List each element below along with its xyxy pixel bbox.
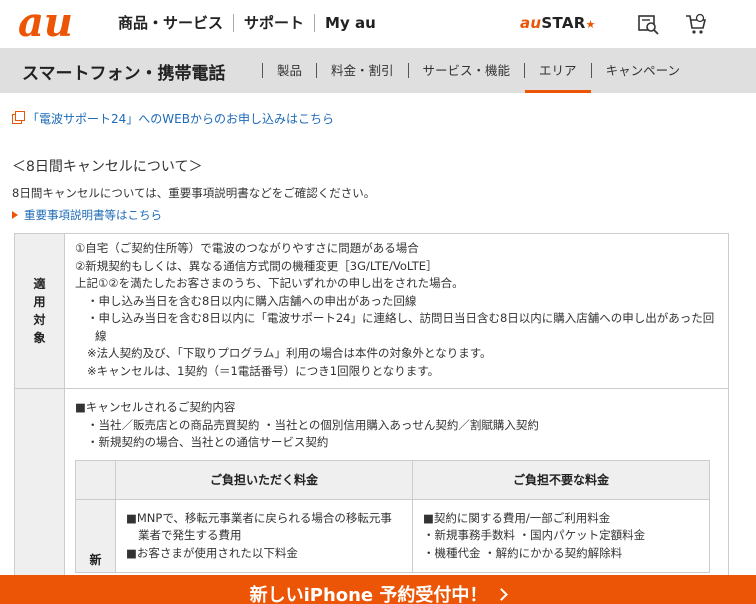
fee-line: ・機種代金 ・解約にかかる契約解除料 (423, 545, 623, 560)
condition-line: ②新規契約もしくは、異なる通信方式間の機種変更［3G/LTE/VoLTE］ (75, 258, 438, 273)
table-row: ■キャンセルされるご契約内容 ・当社／販売店との商品売買契約 ・当社との個別信用… (15, 389, 728, 581)
austar-label: STAR (541, 14, 586, 32)
condition-line: 線 (95, 328, 107, 343)
chevron-right-icon (495, 588, 509, 601)
fee-col-not-charged: ご負担不要な料金 (413, 460, 709, 499)
category-item-services[interactable]: サービス・機能 (409, 48, 525, 93)
fee-table-corner (76, 460, 116, 499)
austar-prefix: au (520, 14, 542, 32)
fee-table-header: ご負担いただく料金 ご負担不要な料金 (76, 460, 709, 500)
fee-line: ■MNPで、移転元事業者に戻られる場合の移転元事 (126, 510, 392, 525)
category-title[interactable]: スマートフォン・携帯電話 (22, 59, 226, 84)
austar-link[interactable]: auSTAR★ (520, 14, 596, 32)
fee-charged-cell: ■MNPで、移転元事業者に戻られる場合の移転元事 業者で発生する費用 ■お客さま… (116, 499, 413, 572)
nav-products-services[interactable]: 商品・サービス (118, 13, 233, 33)
important-matters-link-text: 重要事項説明書等はこちら (24, 208, 162, 222)
banner-text: 新しいiPhone 予約受付中！ (249, 585, 488, 604)
fee-row-label: 新 (76, 499, 116, 572)
fee-table-row: 新 ■MNPで、移転元事業者に戻られる場合の移転元事 業者で発生する費用 ■お客… (76, 499, 709, 573)
fee-line: ■お客さまが使用された以下料金 (126, 545, 298, 560)
external-window-icon (12, 110, 25, 124)
row-header-cell: 適用対象 (15, 234, 65, 388)
austar-star: ★ (585, 18, 596, 31)
cancel-contract-line: ・当社／販売店との商品売買契約 ・当社との個別信用購入あっせん契約／割賦購入契約 (87, 417, 539, 432)
section-title: ＜8日間キャンセルについて＞ (12, 159, 203, 175)
iphone-reservation-banner[interactable]: 新しいiPhone 予約受付中！ (0, 575, 756, 604)
cancel-contract-line: ・新規契約の場合、当社との通信サービス契約 (87, 435, 329, 449)
nav-support[interactable]: サポート (234, 13, 314, 33)
category-item-area[interactable]: エリア (525, 48, 591, 93)
category-bar: スマートフォン・携帯電話 製品 料金・割引 サービス・機能 エリア キャンペーン (0, 48, 756, 93)
condition-note: ※キャンセルは、1契約（＝1電話番号）につき1回限りとなります。 (87, 363, 440, 378)
category-item-products[interactable]: 製品 (263, 48, 316, 93)
category-item-campaign[interactable]: キャンペーン (592, 48, 694, 93)
cart-icon[interactable] (684, 12, 708, 36)
denpa-support-link-text: 「電波サポート24」へのWEBからのお申し込みはこちら (27, 112, 334, 126)
row-body-cell: ■キャンセルされるご契約内容 ・当社／販売店との商品売買契約 ・当社との個別信用… (65, 389, 728, 581)
cancel-contract-heading: ■キャンセルされるご契約内容 (75, 400, 236, 414)
category-item-pricing[interactable]: 料金・割引 (317, 48, 408, 93)
fee-not-charged-cell: ■契約に関する費用/一部ご利用料金 ・新規事務手数料 ・国内パケット定額料金 ・… (413, 500, 709, 573)
cancel-conditions-table: 適用対象 ①自宅（ご契約住所等）で電波のつながりやすさに問題がある場合 ②新規契… (14, 233, 729, 582)
svg-text:au: au (18, 2, 73, 44)
important-matters-link[interactable]: 重要事項説明書等はこちら (12, 207, 162, 223)
condition-line: 上記①②を満たしたお客さまのうち、下記いずれかの申し出をされた場合。 (75, 276, 464, 290)
condition-line: ・申し込み当日を含む8日以内に「電波サポート24」に連絡し、訪問日当日含む8日以… (87, 311, 715, 325)
condition-line: ①自宅（ご契約住所等）で電波のつながりやすさに問題がある場合 (75, 241, 419, 255)
fee-col-charged: ご負担いただく料金 (116, 460, 413, 499)
table-row: 適用対象 ①自宅（ご契約住所等）で電波のつながりやすさに問題がある場合 ②新規契… (15, 234, 728, 389)
fee-line: 業者で発生する費用 (138, 528, 242, 542)
row-header-cell (15, 389, 65, 581)
search-book-icon[interactable] (636, 12, 660, 36)
fee-table: ご負担いただく料金 ご負担不要な料金 新 ■MNPで、移転元事業者に戻られる場合… (75, 459, 710, 573)
global-nav: 商品・サービス サポート My au (118, 13, 386, 33)
global-header: au 商品・サービス サポート My au auSTAR★ (0, 0, 756, 48)
arrow-right-icon (12, 211, 18, 219)
row-header-applicable: 適用対象 (33, 277, 46, 345)
condition-note: ※法人契約及び、「下取りプログラム」利用の場合は本件の対象外となります。 (87, 346, 492, 360)
au-logo[interactable]: au (16, 2, 106, 44)
category-nav: 製品 料金・割引 サービス・機能 エリア キャンペーン (262, 48, 694, 93)
row-body-cell: ①自宅（ご契約住所等）で電波のつながりやすさに問題がある場合 ②新規契約もしくは… (65, 234, 728, 388)
fee-line: ■契約に関する費用/一部ご利用料金 (423, 510, 611, 525)
nav-my-au[interactable]: My au (315, 13, 386, 33)
denpa-support-link[interactable]: 「電波サポート24」へのWEBからのお申し込みはこちら (12, 110, 334, 127)
fee-line: ・新規事務手数料 ・国内パケット定額料金 (423, 528, 646, 542)
section-description: 8日間キャンセルについては、重要事項説明書などをご確認ください。 (12, 186, 376, 200)
condition-line: ・申し込み当日を含む8日以内に購入店舗への申出があった回線 (87, 293, 417, 308)
